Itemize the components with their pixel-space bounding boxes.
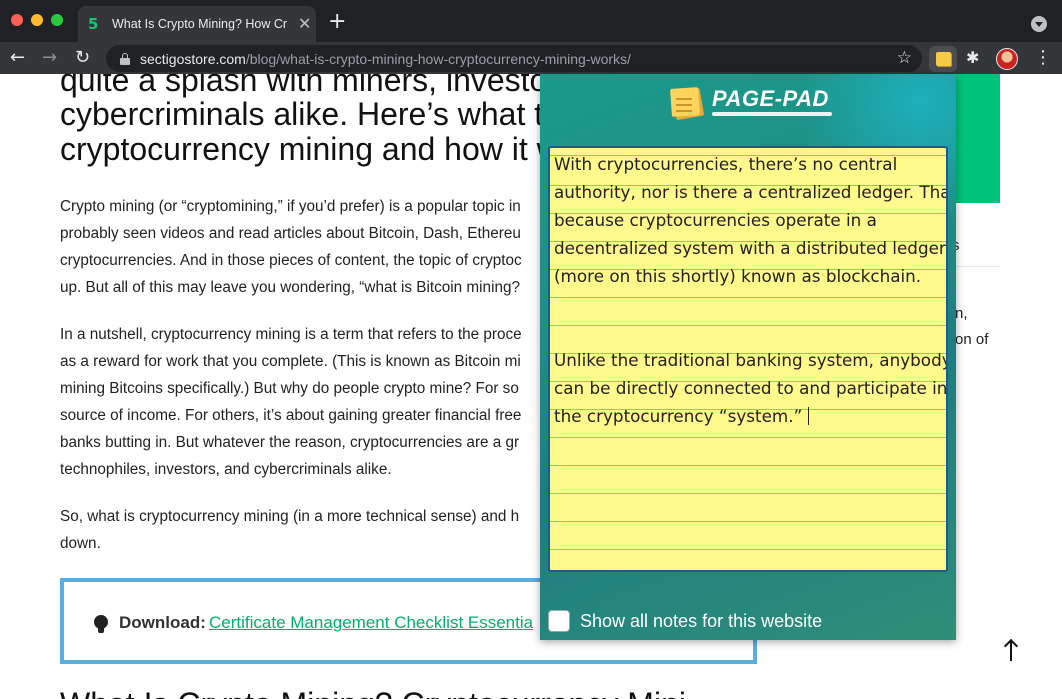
lightbulb-icon [94,615,108,633]
note-line: authority, nor is there a centralized le… [554,182,948,202]
page-pad-extension-icon[interactable] [929,46,957,72]
article-heading-line: cybercriminals alike. Here’s what t [60,96,544,132]
show-all-notes-checkbox[interactable] [548,610,570,632]
tab-strip: 5 What Is Crypto Mining? How Cr ✕ + [0,0,1062,42]
lock-icon[interactable] [120,52,130,65]
address-bar[interactable]: sectigostore.com/blog/what-is-crypto-min… [106,45,922,72]
note-line: the cryptocurrency “system.” [554,406,803,426]
section-heading: What Is Crypto Mining? Cryptocurrency Mi… [60,686,686,699]
browser-menu-icon[interactable]: ⋮ [1034,48,1052,68]
page-pad-popup: PAGE-PAD With cryptocurrencies, there’s … [540,74,956,640]
close-tab-icon[interactable]: ✕ [298,16,311,32]
bookmark-star-icon[interactable]: ☆ [897,49,912,67]
paragraph-line: down. [60,535,101,552]
page-pad-title: PAGE-PAD [712,86,829,111]
extensions-puzzle-icon[interactable]: ✱ [966,49,979,67]
download-link[interactable]: Certificate Management Checklist Essenti… [209,613,533,633]
new-tab-button[interactable]: + [328,11,346,33]
paragraph-line: In a nutshell, cryptocurrency mining is … [60,326,522,343]
forward-button[interactable]: → [42,48,57,68]
sidebar-banner[interactable] [955,74,1000,203]
note-line: because cryptocurrencies operate in a [554,210,877,230]
show-all-notes-label[interactable]: Show all notes for this website [580,611,822,632]
paragraph-line: source of income. For others, it’s about… [60,407,522,424]
profile-avatar[interactable] [996,48,1018,70]
note-line: Unlike the traditional banking system, a… [554,350,948,370]
title-underline [712,112,832,116]
sticky-note-logo-icon [670,86,705,121]
scroll-to-top-icon[interactable] [1001,638,1023,663]
sidebar-text-fragment: on of [955,331,989,348]
article-heading-line: cryptocurrency mining and how it w [60,131,560,167]
browser-chrome: 5 What Is Crypto Mining? How Cr ✕ + ← → … [0,0,1062,74]
note-line: decentralized system with a distributed … [554,238,946,258]
browser-tab[interactable]: 5 What Is Crypto Mining? How Cr ✕ [78,6,316,42]
close-window-button[interactable] [11,14,23,26]
browser-toolbar: ← → ↻ sectigostore.com/blog/what-is-cryp… [0,42,1062,74]
paragraph-line: banks butting in. But whatever the reaso… [60,434,520,451]
show-all-notes-toggle[interactable]: Show all notes for this website [548,610,822,632]
url-text[interactable]: sectigostore.com/blog/what-is-crypto-min… [140,51,631,67]
note-textarea[interactable]: With cryptocurrencies, there’s no centra… [548,146,948,572]
sidebar-text-fragment: n, [955,305,968,322]
paragraph-line: as a reward for work that you complete. … [60,353,521,370]
note-line: can be directly connected to and partici… [554,378,948,398]
note-line: (more on this shortly) known as blockcha… [554,266,922,286]
paragraph-line: mining Bitcoins specifically.) But why d… [60,380,519,397]
text-caret [808,407,810,425]
note-line: With cryptocurrencies, there’s no centra… [554,154,898,174]
paragraph-line: probably seen videos and read articles a… [60,225,521,242]
zoom-window-button[interactable] [51,14,63,26]
back-button[interactable]: ← [10,48,25,68]
tab-search-icon[interactable] [1031,16,1047,32]
reload-button[interactable]: ↻ [75,48,90,68]
paragraph-line: So, what is cryptocurrency mining (in a … [60,508,520,525]
paragraph-line: up. But all of this may leave you wonder… [60,279,520,296]
tab-title: What Is Crypto Mining? How Cr [112,17,288,31]
paragraph-line: Crypto mining (or “cryptomining,” if you… [60,198,521,215]
paragraph-line: technophiles, investors, and cybercrimin… [60,461,392,478]
site-favicon-icon: 5 [88,15,99,33]
minimize-window-button[interactable] [31,14,43,26]
article-heading-line: quite a splash with miners, investo [60,74,548,98]
download-label: Download: [119,613,206,632]
note-line-with-caret: the cryptocurrency “system.” [554,406,810,426]
paragraph-line: cryptocurrencies. And in those pieces of… [60,252,522,269]
sidebar-divider [955,266,1000,267]
